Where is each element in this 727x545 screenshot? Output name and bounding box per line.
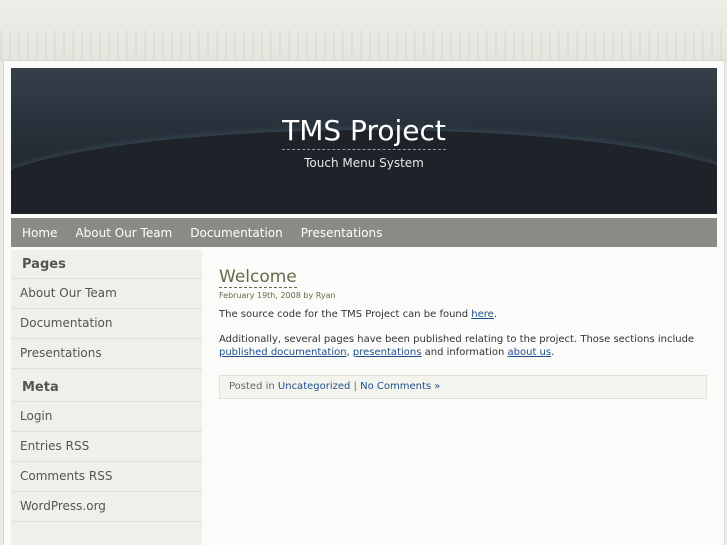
sidebar-item-login[interactable]: Login bbox=[11, 402, 202, 432]
sidebar-item-documentation[interactable]: Documentation bbox=[11, 309, 202, 339]
sidebar: Pages About Our Team Documentation Prese… bbox=[11, 250, 202, 545]
post-paragraph-2: Additionally, several pages have been pu… bbox=[219, 333, 707, 359]
post-footer: Posted in Uncategorized | No Comments » bbox=[219, 375, 707, 399]
nav-item-home[interactable]: Home bbox=[15, 226, 64, 240]
sidebar-item-comments-rss[interactable]: Comments RSS bbox=[11, 462, 202, 492]
footer-prefix: Posted in bbox=[229, 381, 278, 392]
link-here[interactable]: here bbox=[471, 309, 494, 320]
sidebar-item-about-our-team[interactable]: About Our Team bbox=[11, 279, 202, 309]
post-body: The source code for the TMS Project can … bbox=[219, 308, 707, 359]
nav-item-about-our-team[interactable]: About Our Team bbox=[68, 226, 179, 240]
page-container: TMS Project Touch Menu System Home About… bbox=[3, 60, 725, 545]
sidebar-item-wordpress-org[interactable]: WordPress.org bbox=[11, 492, 202, 522]
sidebar-heading-meta: Meta bbox=[11, 373, 202, 402]
page-background-texture bbox=[0, 0, 727, 62]
main-nav: Home About Our Team Documentation Presen… bbox=[11, 218, 717, 247]
post-meta: February 19th, 2008 by Ryan bbox=[219, 291, 336, 300]
link-no-comments[interactable]: No Comments » bbox=[360, 381, 440, 392]
link-about-us[interactable]: about us bbox=[508, 347, 552, 358]
sidebar-item-presentations[interactable]: Presentations bbox=[11, 339, 202, 369]
p2-mid: and information bbox=[421, 347, 508, 358]
sidebar-item-entries-rss[interactable]: Entries RSS bbox=[11, 432, 202, 462]
link-presentations[interactable]: presentations bbox=[353, 347, 422, 358]
site-title-wrap: TMS Project bbox=[11, 114, 717, 150]
link-published-documentation[interactable]: published documentation bbox=[219, 347, 347, 358]
p1-end: . bbox=[493, 309, 498, 320]
nav-item-documentation[interactable]: Documentation bbox=[183, 226, 290, 240]
footer-separator: | bbox=[350, 381, 361, 392]
nav-item-presentations[interactable]: Presentations bbox=[294, 226, 390, 240]
site-title[interactable]: TMS Project bbox=[282, 114, 446, 150]
site-header: TMS Project Touch Menu System bbox=[11, 68, 717, 214]
link-category-uncategorized[interactable]: Uncategorized bbox=[278, 381, 350, 392]
sidebar-heading-pages: Pages bbox=[11, 250, 202, 279]
p2-end: . bbox=[551, 347, 555, 358]
p1-text: The source code for the TMS Project can … bbox=[219, 309, 472, 320]
post-paragraph-1: The source code for the TMS Project can … bbox=[219, 308, 707, 321]
main-content: Welcome February 19th, 2008 by Ryan The … bbox=[219, 267, 707, 399]
site-tagline: Touch Menu System bbox=[304, 156, 424, 170]
post-title[interactable]: Welcome bbox=[219, 267, 297, 288]
p2-text: Additionally, several pages have been pu… bbox=[219, 334, 695, 345]
